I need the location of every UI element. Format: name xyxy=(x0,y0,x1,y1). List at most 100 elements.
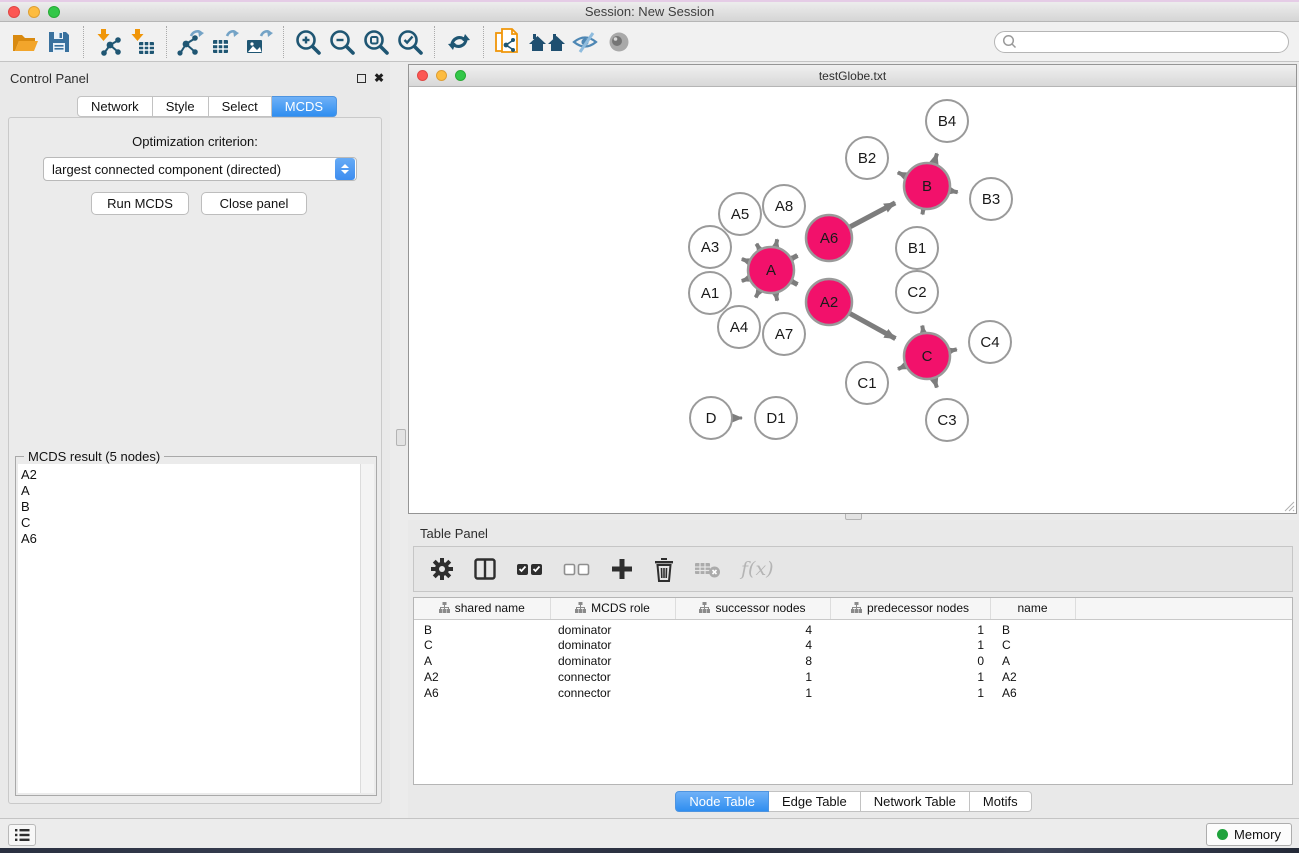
export-network-button[interactable] xyxy=(174,26,208,58)
search-input[interactable] xyxy=(1019,33,1288,51)
delete-column-icon[interactable] xyxy=(653,556,675,582)
table-row[interactable]: Cdominator41C xyxy=(414,637,1292,653)
edge-B-B2[interactable] xyxy=(898,172,905,175)
column-header-name[interactable]: name xyxy=(990,598,1075,619)
window-resize-grip[interactable] xyxy=(1281,498,1295,512)
table-cell: 1 xyxy=(830,637,990,653)
mcds-result-item[interactable]: C xyxy=(21,515,360,531)
column-header-MCDS-role[interactable]: MCDS role xyxy=(550,598,675,619)
column-header-shared-name[interactable]: shared name xyxy=(414,598,550,619)
split-columns-icon[interactable] xyxy=(473,557,497,581)
refresh-view-button[interactable] xyxy=(442,26,476,58)
mcds-result-title: MCDS result (5 nodes) xyxy=(24,449,164,464)
export-image-button[interactable] xyxy=(242,26,276,58)
app-titlebar: Session: New Session xyxy=(0,2,1299,22)
home-button[interactable] xyxy=(525,26,569,58)
delete-table-icon[interactable] xyxy=(694,558,722,580)
search-box[interactable] xyxy=(994,31,1289,53)
tab-network[interactable]: Network xyxy=(77,96,153,117)
task-history-button[interactable] xyxy=(8,824,36,846)
zoom-in-button[interactable] xyxy=(291,26,325,58)
edge-B-B1[interactable] xyxy=(922,210,923,215)
import-table-button[interactable] xyxy=(125,26,159,58)
node-label-D: D xyxy=(706,410,717,427)
network-graph[interactable]: B4B2BB3A8A5A6A3B1AA1C2A2A4A7C4CC1C3DD1 xyxy=(409,87,1296,513)
zoom-fit-button[interactable] xyxy=(359,26,393,58)
zoom-out-icon xyxy=(327,27,357,57)
mcds-result-item[interactable]: B xyxy=(21,499,360,515)
node-label-C4: C4 xyxy=(980,334,999,351)
node-label-A8: A8 xyxy=(775,198,793,215)
edge-A2-C[interactable] xyxy=(850,314,895,339)
edge-A-A5[interactable] xyxy=(756,244,759,249)
edge-C-C2[interactable] xyxy=(922,326,923,333)
edge-C-C1[interactable] xyxy=(898,366,905,369)
run-mcds-button[interactable]: Run MCDS xyxy=(91,192,189,215)
toolbar-separator xyxy=(283,26,284,58)
table-row[interactable]: A2connector11A2 xyxy=(414,669,1292,685)
add-column-icon[interactable] xyxy=(610,557,634,581)
tab-edge-table[interactable]: Edge Table xyxy=(769,791,861,812)
edge-A-A7[interactable] xyxy=(776,294,777,301)
edge-C-C3[interactable] xyxy=(934,379,937,388)
tab-style[interactable]: Style xyxy=(153,96,209,117)
import-network-button[interactable] xyxy=(91,26,125,58)
mcds-result-groupbox: MCDS result (5 nodes) A2ABCA6 xyxy=(15,456,377,796)
column-header-predecessor-nodes[interactable]: predecessor nodes xyxy=(830,598,990,619)
mcds-result-scrollbar[interactable] xyxy=(360,464,374,793)
mcds-result-item[interactable]: A2 xyxy=(21,467,360,483)
close-panel-button[interactable]: Close panel xyxy=(201,192,307,215)
edge-A-A1[interactable] xyxy=(742,278,749,281)
float-panel-icon[interactable] xyxy=(357,74,366,83)
node-label-B4: B4 xyxy=(938,113,956,130)
edge-A-A2[interactable] xyxy=(792,282,797,285)
edge-B-B3[interactable] xyxy=(951,191,958,192)
table-row[interactable]: A6connector11A6 xyxy=(414,685,1292,701)
list-icon xyxy=(14,828,30,842)
show-panels-button[interactable] xyxy=(603,26,637,58)
table-cell: A xyxy=(414,653,550,669)
zoom-selected-button[interactable] xyxy=(393,26,427,58)
node-label-A4: A4 xyxy=(730,319,748,336)
column-header-successor-nodes[interactable]: successor nodes xyxy=(675,598,830,619)
tab-network-table[interactable]: Network Table xyxy=(861,791,970,812)
edge-A-A3[interactable] xyxy=(742,259,749,262)
network-from-document-button[interactable] xyxy=(491,26,525,58)
vertical-split-handle[interactable] xyxy=(396,429,406,446)
edge-A6-B[interactable] xyxy=(850,203,895,227)
mcds-result-item[interactable]: A6 xyxy=(21,531,360,547)
table-cell-empty xyxy=(1075,637,1292,653)
network-view-window: testGlobe.txt B4B2BB3A8A5A6A3B1AA1C2A2A4… xyxy=(408,64,1297,514)
deselect-all-icon[interactable] xyxy=(563,557,591,581)
edge-B-B4[interactable] xyxy=(934,153,937,163)
tab-select[interactable]: Select xyxy=(209,96,272,117)
table-tabs: Node Table Edge Table Network Table Moti… xyxy=(408,791,1299,812)
edge-A-A6[interactable] xyxy=(792,255,797,258)
tab-motifs[interactable]: Motifs xyxy=(970,791,1032,812)
open-folder-icon xyxy=(10,27,40,57)
close-panel-icon[interactable]: ✖ xyxy=(374,71,384,85)
select-all-icon[interactable] xyxy=(516,557,544,581)
tab-mcds[interactable]: MCDS xyxy=(272,96,337,117)
tab-node-table[interactable]: Node Table xyxy=(675,791,769,812)
edge-A-A8[interactable] xyxy=(776,239,777,246)
save-session-button[interactable] xyxy=(42,26,76,58)
network-canvas[interactable]: B4B2BB3A8A5A6A3B1AA1C2A2A4A7C4CC1C3DD1 xyxy=(409,87,1296,513)
edge-A-A4[interactable] xyxy=(756,291,760,297)
hide-panels-button[interactable] xyxy=(569,26,603,58)
table-row[interactable]: Adominator80A xyxy=(414,653,1292,669)
edge-C-C4[interactable] xyxy=(950,349,956,350)
node-label-A5: A5 xyxy=(731,206,749,223)
mcds-result-item[interactable]: A xyxy=(21,483,360,499)
criterion-dropdown[interactable]: largest connected component (directed) xyxy=(43,157,357,181)
memory-button[interactable]: Memory xyxy=(1206,823,1292,846)
zoom-out-button[interactable] xyxy=(325,26,359,58)
open-session-button[interactable] xyxy=(8,26,42,58)
settings-gear-icon[interactable] xyxy=(430,557,454,581)
table-row[interactable]: Bdominator41B xyxy=(414,619,1292,637)
export-table-button[interactable] xyxy=(208,26,242,58)
table-cell-empty xyxy=(1075,619,1292,637)
session-title: Session: New Session xyxy=(0,4,1299,19)
node-label-A3: A3 xyxy=(701,239,719,256)
table-cell: 1 xyxy=(675,669,830,685)
